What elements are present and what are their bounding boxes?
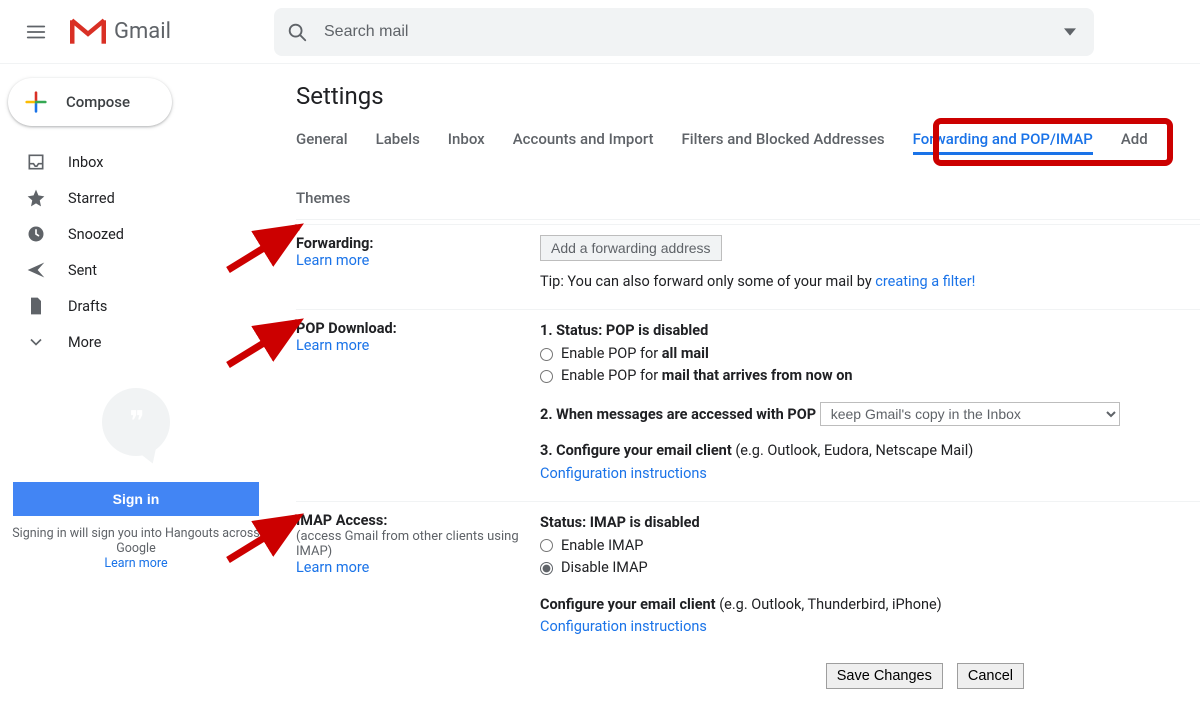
- imap-disable-radio[interactable]: [540, 562, 553, 575]
- plus-icon: [22, 88, 50, 116]
- sidebar-item-label: Snoozed: [68, 226, 124, 243]
- search-options-button[interactable]: [1058, 20, 1082, 44]
- pop-opt1-bold: all mail: [662, 345, 709, 362]
- star-icon: [26, 188, 46, 208]
- imap-status-value: IMAP is disabled: [590, 514, 700, 531]
- pop-heading: POP Download:: [296, 320, 540, 337]
- forwarding-heading: Forwarding:: [296, 235, 540, 252]
- gmail-logo[interactable]: Gmail: [64, 18, 274, 46]
- imap-config-label: Configure your email client: [540, 596, 719, 613]
- pop-opt2-text: Enable POP for: [561, 367, 662, 384]
- hangouts-learn-more-link[interactable]: Learn more: [104, 556, 167, 571]
- pop-section: POP Download: Learn more 1. Status: POP …: [296, 310, 1200, 502]
- hangouts-note: Signing in will sign you into Hangouts a…: [10, 526, 262, 556]
- tab-filters[interactable]: Filters and Blocked Addresses: [682, 130, 885, 155]
- sidebar-item-sent[interactable]: Sent: [0, 252, 272, 288]
- imap-config-eg: (e.g. Outlook, Thunderbird, iPhone): [719, 596, 942, 613]
- imap-config-link[interactable]: Configuration instructions: [540, 618, 707, 635]
- sidebar-item-label: Inbox: [68, 154, 103, 171]
- pop-status-label: 1. Status:: [540, 322, 606, 339]
- sidebar-item-more[interactable]: More: [0, 324, 272, 360]
- forwarding-learn-link[interactable]: Learn more: [296, 252, 369, 269]
- pop-step3-label: 3. Configure your email client: [540, 442, 735, 459]
- pop-enable-all-radio[interactable]: [540, 348, 553, 361]
- forwarding-section: Forwarding: Learn more Add a forwarding …: [296, 225, 1200, 310]
- pop-action-select[interactable]: keep Gmail's copy in the Inbox: [820, 402, 1120, 426]
- pop-opt1-text: Enable POP for: [561, 345, 662, 362]
- send-icon: [26, 260, 46, 280]
- sidebar: Compose Inbox Starred Snoozed Sent Draft…: [0, 64, 272, 723]
- create-filter-link[interactable]: creating a filter!: [875, 273, 975, 290]
- imap-enable-label: Enable IMAP: [561, 535, 643, 557]
- add-forwarding-button[interactable]: Add a forwarding address: [540, 235, 722, 261]
- settings-table: Forwarding: Learn more Add a forwarding …: [296, 224, 1200, 655]
- pop-learn-link[interactable]: Learn more: [296, 337, 369, 354]
- sidebar-item-label: Sent: [68, 262, 97, 279]
- save-cancel-row: Save Changes Cancel: [296, 663, 1200, 689]
- nav-list: Inbox Starred Snoozed Sent Drafts More: [0, 144, 272, 360]
- pop-config-link[interactable]: Configuration instructions: [540, 465, 707, 482]
- hangouts-icon: ❞: [102, 388, 170, 456]
- pop-step2-label: 2. When messages are accessed with POP: [540, 406, 816, 423]
- app-header: Gmail: [0, 0, 1200, 64]
- imap-status-label: Status:: [540, 514, 590, 531]
- compose-label: Compose: [66, 93, 130, 111]
- imap-section: IMAP Access: (access Gmail from other cl…: [296, 502, 1200, 655]
- hamburger-icon: [25, 21, 47, 43]
- tab-labels[interactable]: Labels: [376, 130, 420, 155]
- pop-enable-new-radio[interactable]: [540, 370, 553, 383]
- compose-button[interactable]: Compose: [8, 78, 172, 126]
- hangouts-panel: ❞ Sign in Signing in will sign you into …: [0, 388, 272, 571]
- tab-inbox[interactable]: Inbox: [448, 130, 485, 155]
- forwarding-tip-text: Tip: You can also forward only some of y…: [540, 273, 875, 290]
- sidebar-item-label: Starred: [68, 190, 115, 207]
- settings-main: Settings General Labels Inbox Accounts a…: [272, 64, 1200, 723]
- imap-enable-radio[interactable]: [540, 539, 553, 552]
- caret-down-icon: [1064, 26, 1076, 38]
- chevron-down-icon: [26, 332, 46, 352]
- search-wrap: [274, 8, 1094, 56]
- search-icon: [286, 21, 308, 43]
- sidebar-item-label: Drafts: [68, 298, 107, 315]
- logo-text: Gmail: [114, 19, 171, 44]
- clock-icon: [26, 224, 46, 244]
- sidebar-item-starred[interactable]: Starred: [0, 180, 272, 216]
- imap-disable-label: Disable IMAP: [561, 557, 648, 579]
- hangouts-signin-button[interactable]: Sign in: [13, 482, 259, 516]
- main-menu-button[interactable]: [12, 8, 60, 56]
- gmail-icon: [70, 18, 106, 46]
- pop-step3-eg: (e.g. Outlook, Eudora, Netscape Mail): [735, 442, 973, 459]
- tab-addons[interactable]: Add: [1121, 130, 1148, 155]
- sidebar-item-inbox[interactable]: Inbox: [0, 144, 272, 180]
- imap-subheading: (access Gmail from other clients using I…: [296, 529, 540, 559]
- imap-learn-link[interactable]: Learn more: [296, 559, 369, 576]
- search-bar[interactable]: [274, 8, 1094, 56]
- sidebar-item-drafts[interactable]: Drafts: [0, 288, 272, 324]
- tab-general[interactable]: General: [296, 130, 348, 155]
- inbox-icon: [26, 152, 46, 172]
- file-icon: [26, 296, 46, 316]
- pop-opt2-bold: mail that arrives from now on: [662, 367, 853, 384]
- save-button[interactable]: Save Changes: [826, 663, 943, 689]
- sidebar-item-snoozed[interactable]: Snoozed: [0, 216, 272, 252]
- cancel-button[interactable]: Cancel: [957, 663, 1024, 689]
- tab-themes[interactable]: Themes: [296, 189, 1200, 211]
- tab-accounts[interactable]: Accounts and Import: [513, 130, 654, 155]
- search-input[interactable]: [308, 23, 1058, 41]
- tab-forwarding[interactable]: Forwarding and POP/IMAP: [913, 130, 1093, 155]
- settings-tabs: General Labels Inbox Accounts and Import…: [296, 130, 1200, 220]
- sidebar-item-label: More: [68, 334, 101, 351]
- imap-heading: IMAP Access:: [296, 512, 540, 529]
- page-title: Settings: [296, 82, 1200, 110]
- pop-status-value: POP is disabled: [606, 322, 708, 339]
